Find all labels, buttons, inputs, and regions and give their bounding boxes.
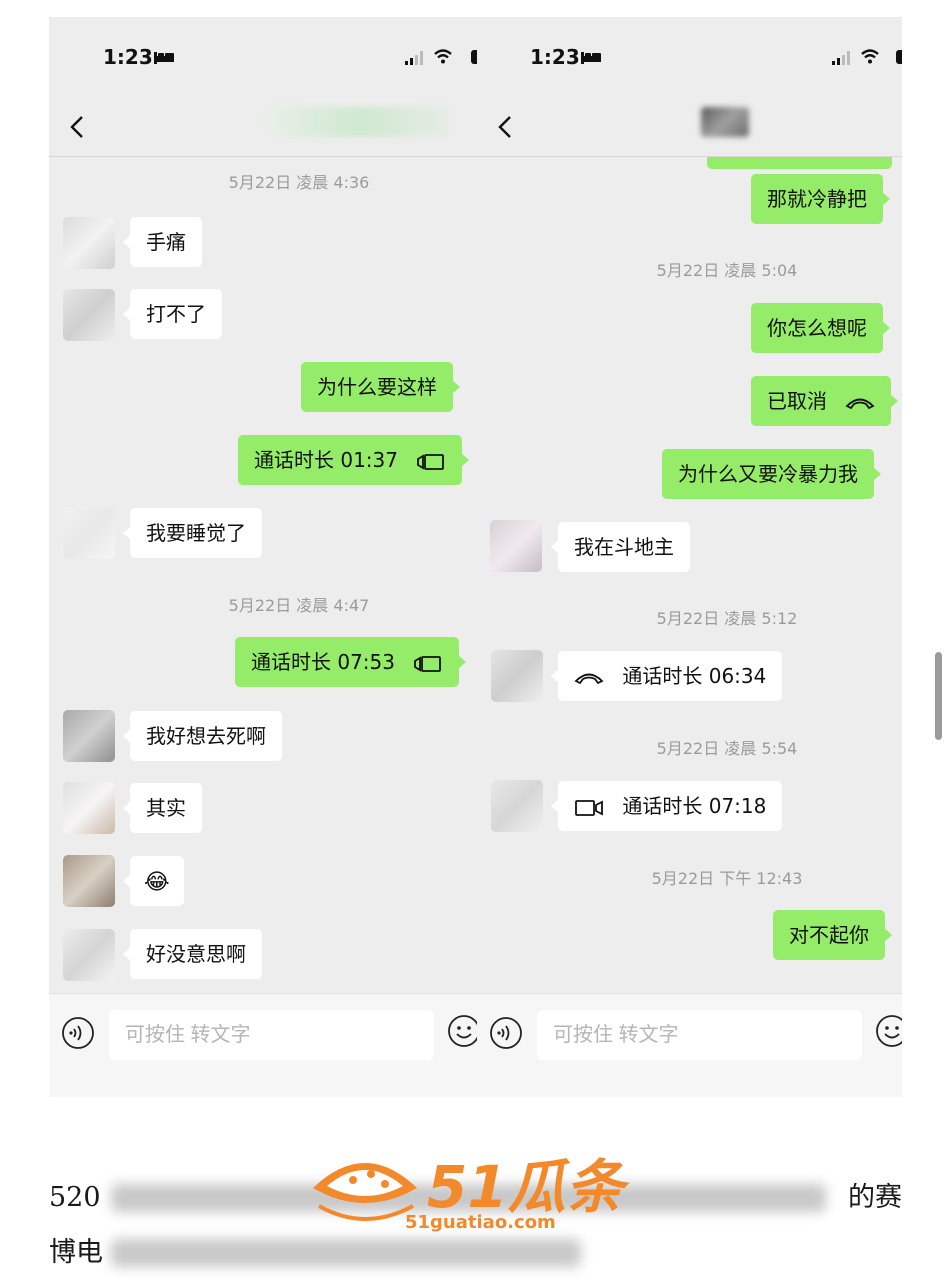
video-call-icon [575, 799, 603, 816]
site-watermark: 51瓜条 51guatiao.com [305, 1130, 645, 1240]
message-bubble-incoming[interactable]: 其实 [123, 783, 202, 833]
message-bubble-incoming[interactable]: 我在斗地主 [551, 522, 690, 572]
call-status-label: 已取消 [767, 389, 827, 413]
emoji-message-bubble-incoming[interactable]: 😂 [123, 856, 184, 906]
article-line-end: 的赛 [848, 1182, 902, 1213]
back-arrow-icon[interactable] [67, 113, 89, 141]
emoji-picker-icon[interactable] [875, 1014, 902, 1048]
call-duration-label: 通话时长 07:18 [622, 794, 767, 818]
avatar[interactable] [491, 780, 543, 832]
message-bubble-outgoing[interactable]: 对不起你 [773, 910, 892, 960]
chat-nav-bar [49, 99, 477, 157]
laughing-emoji-icon: 😂 [144, 869, 170, 895]
timestamp: 5月22日 凌晨 5:12 [656, 609, 798, 628]
back-arrow-icon[interactable] [495, 113, 517, 141]
call-record-bubble-outgoing[interactable]: 通话时长 07:53 [235, 637, 467, 687]
message-bubble-outgoing-partial [707, 157, 892, 169]
call-record-bubble-incoming[interactable]: 通话时长 06:34 [550, 651, 783, 701]
message-bubble-outgoing[interactable]: 你怎么想呢 [751, 303, 890, 353]
avatar[interactable] [63, 710, 115, 762]
call-duration-label: 通话时长 06:34 [622, 664, 767, 688]
avatar[interactable] [491, 650, 543, 702]
input-bar: 可按住 转文字 [49, 993, 477, 1097]
video-call-icon [417, 453, 445, 470]
sleep-mode-icon [154, 52, 174, 64]
call-record-bubble-incoming[interactable]: 通话时长 07:18 [550, 781, 783, 831]
call-duration-label: 通话时长 07:53 [251, 650, 395, 674]
redacted-text [111, 1239, 581, 1267]
avatar[interactable] [63, 855, 115, 907]
chat-panel-left: 1:23 5月22日 凌晨 4:36 手痛 打不了 为什么要这样 通话时长 01… [49, 17, 477, 1097]
chat-nav-bar [477, 99, 902, 157]
message-bubble-outgoing[interactable]: 为什么又要冷暴力我 [662, 449, 881, 499]
status-bar: 1:23 [477, 17, 902, 99]
voice-input-icon[interactable] [489, 1016, 523, 1050]
battery-icon [896, 50, 902, 64]
watermark-url: 51guatiao.com [405, 1212, 556, 1233]
sleep-mode-icon [581, 52, 601, 64]
message-bubble-incoming[interactable]: 我要睡觉了 [123, 508, 262, 558]
article-line-start: 520 [49, 1182, 101, 1213]
hangup-phone-icon [845, 398, 875, 409]
article-line-start: 博电 [49, 1237, 103, 1268]
status-bar: 1:23 [49, 17, 477, 99]
chat-panel-right: 1:23 那就冷静把 5月22日 凌晨 5:04 你怎么想呢 已取消 为什么又要… [477, 17, 902, 1097]
timestamp: 5月22日 下午 12:43 [651, 869, 803, 888]
message-bubble-outgoing[interactable]: 为什么要这样 [301, 362, 460, 412]
contact-avatar-blurred [701, 107, 749, 137]
message-input[interactable]: 可按住 转文字 [537, 1010, 862, 1060]
avatar[interactable] [490, 520, 542, 572]
avatar[interactable] [63, 782, 115, 834]
message-input[interactable]: 可按住 转文字 [109, 1010, 434, 1060]
emoji-picker-icon[interactable] [447, 1014, 477, 1048]
page-scrollbar[interactable] [935, 652, 942, 740]
message-bubble-incoming[interactable]: 我好想去死啊 [123, 711, 282, 761]
screenshot-composite: 1:23 5月22日 凌晨 4:36 手痛 打不了 为什么要这样 通话时长 01… [49, 17, 902, 1097]
timestamp: 5月22日 凌晨 5:54 [656, 739, 798, 758]
call-record-bubble-outgoing[interactable]: 通话时长 01:37 [238, 435, 470, 485]
input-bar: 可按住 转文字 [477, 993, 902, 1097]
wifi-icon [434, 49, 452, 64]
call-record-bubble-outgoing[interactable]: 已取消 [751, 376, 899, 426]
video-call-icon [414, 655, 442, 672]
contact-name-blurred [269, 107, 449, 137]
timestamp: 5月22日 凌晨 4:36 [228, 173, 370, 192]
message-bubble-incoming[interactable]: 打不了 [123, 289, 222, 339]
avatar[interactable] [63, 929, 115, 981]
avatar[interactable] [63, 217, 115, 269]
avatar[interactable] [63, 507, 115, 559]
hangup-phone-icon [574, 673, 604, 684]
avatar[interactable] [63, 289, 115, 341]
message-bubble-outgoing[interactable]: 那就冷静把 [751, 174, 890, 224]
message-bubble-incoming[interactable]: 好没意思啊 [123, 929, 262, 979]
timestamp: 5月22日 凌晨 4:47 [228, 596, 370, 615]
status-time: 1:23 [103, 45, 153, 69]
message-bubble-incoming[interactable]: 手痛 [123, 217, 202, 267]
wifi-icon [861, 49, 879, 64]
voice-input-icon[interactable] [61, 1016, 95, 1050]
timestamp: 5月22日 凌晨 5:04 [656, 261, 798, 280]
signal-icon [405, 51, 423, 65]
status-time: 1:23 [530, 45, 580, 69]
call-duration-label: 通话时长 01:37 [254, 448, 398, 472]
signal-icon [832, 51, 850, 65]
